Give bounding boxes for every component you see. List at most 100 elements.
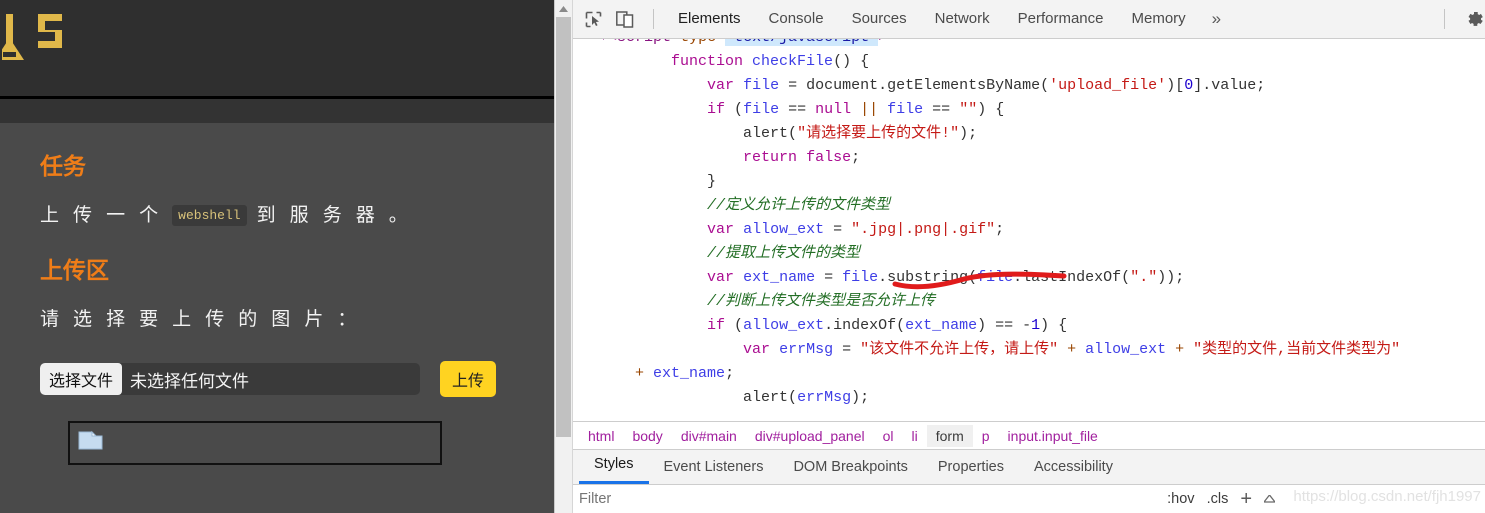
- breadcrumb-item-div-upload-panel[interactable]: div#upload_panel: [746, 425, 874, 447]
- devtools-tab-network[interactable]: Network: [921, 0, 1004, 38]
- cls-toggle-button[interactable]: .cls: [1207, 491, 1229, 507]
- breadcrumb-item-ol[interactable]: ol: [874, 425, 903, 447]
- sidebar-tab-accessibility[interactable]: Accessibility: [1019, 451, 1128, 484]
- code-token: type: [671, 39, 716, 46]
- caret-up-icon[interactable]: [1262, 491, 1277, 507]
- choose-file-button[interactable]: 选择文件: [40, 363, 123, 395]
- code-token: allow_ext: [743, 317, 825, 334]
- code-token: //判断上传文件类型是否允许上传: [707, 293, 936, 310]
- breadcrumb-item-p[interactable]: p: [973, 425, 999, 447]
- site-subbar: [0, 99, 554, 123]
- code-token: if: [707, 317, 726, 334]
- devtools-tab-sources[interactable]: Sources: [838, 0, 921, 38]
- code-token: file: [842, 269, 879, 286]
- breadcrumb-item-div-main[interactable]: div#main: [672, 425, 746, 447]
- code-token: 'upload_file': [1049, 77, 1167, 94]
- code-token: ".": [1130, 269, 1158, 286]
- upload-prompt: 请 选 择 要 上 传 的 图 片 ：: [40, 308, 361, 330]
- gear-icon[interactable]: [1455, 0, 1485, 38]
- dom-breadcrumb[interactable]: html body div#main div#upload_panel ol l…: [555, 421, 1485, 450]
- breadcrumb-item-form[interactable]: form: [926, 424, 973, 447]
- code-token: ;: [995, 221, 1005, 238]
- toolbar-right-group: [1434, 0, 1485, 38]
- sidebar-tab-dom-breakpoints[interactable]: DOM Breakpoints: [778, 451, 922, 484]
- code-token: .lastIndexOf(: [1013, 269, 1131, 286]
- code-token: +: [1058, 341, 1086, 358]
- breadcrumb-item-input[interactable]: input.input_file: [999, 425, 1107, 447]
- page-content: 任务 上 传 一 个 webshell 到 服 务 器 。 上传区 请 选 择 …: [0, 123, 554, 465]
- code-token: file: [887, 101, 924, 118]
- file-input-control[interactable]: 选择文件 未选择任何文件: [40, 363, 420, 395]
- upload-submit-button[interactable]: 上传: [440, 361, 497, 397]
- code-token: ||: [860, 101, 879, 118]
- code-token: ▾<: [599, 39, 617, 46]
- new-style-rule-button[interactable]: +: [1240, 489, 1252, 509]
- devtools-tab-performance[interactable]: Performance: [1004, 0, 1118, 38]
- code-token: file: [977, 269, 1014, 286]
- code-token: >: [878, 39, 887, 46]
- scrollbar-thumb[interactable]: [556, 17, 571, 437]
- code-token: () {: [833, 53, 870, 70]
- broken-image-icon: [78, 430, 103, 450]
- styles-sidebar-tabs: Styles Event Listeners DOM Breakpoints P…: [555, 450, 1485, 485]
- task-text-before: 上 传 一 个: [40, 204, 163, 226]
- styles-filter-input[interactable]: [579, 491, 1059, 507]
- code-token: var: [743, 341, 771, 358]
- breadcrumb-item-li[interactable]: li: [903, 425, 927, 447]
- code-token: 0: [1184, 77, 1194, 94]
- code-token: +: [1166, 341, 1194, 358]
- site-header: [0, 0, 554, 99]
- inspect-cursor-icon[interactable]: [579, 6, 607, 32]
- device-toolbar-icon[interactable]: [611, 6, 639, 32]
- code-token: if: [707, 101, 726, 118]
- code-token: var: [707, 221, 735, 238]
- scrollbar-up-arrow-icon[interactable]: [555, 0, 572, 17]
- code-token: ;: [851, 149, 861, 166]
- devtools-tab-elements[interactable]: Elements: [664, 0, 755, 38]
- broken-image-placeholder: [68, 421, 442, 465]
- site-logo-icon: [2, 14, 62, 60]
- task-code-chip: webshell: [172, 205, 247, 226]
- code-token: file: [743, 101, 780, 118]
- toolbar-divider-right: [1444, 9, 1445, 29]
- breadcrumb-item-html[interactable]: html: [579, 425, 623, 447]
- code-token: =: [833, 341, 861, 358]
- sidebar-tab-event-listeners[interactable]: Event Listeners: [649, 451, 779, 484]
- task-heading: 任务: [40, 154, 86, 180]
- elements-dom-tree[interactable]: ▾<script type="text/javascript"> functio…: [555, 39, 1485, 421]
- code-token: 1: [1031, 317, 1041, 334]
- code-token: errMsg: [779, 341, 834, 358]
- devtools-tab-console[interactable]: Console: [755, 0, 838, 38]
- sidebar-tab-styles[interactable]: Styles: [579, 450, 649, 484]
- code-token: var: [707, 269, 735, 286]
- more-tabs-chevron-icon[interactable]: »: [1200, 9, 1233, 29]
- devtools-toolbar: Elements Console Sources Network Perform…: [555, 0, 1485, 39]
- code-token: );: [851, 389, 870, 406]
- devtools-tab-memory[interactable]: Memory: [1118, 0, 1200, 38]
- code-token: ) == -: [977, 317, 1032, 334]
- hov-toggle-button[interactable]: :hov: [1167, 491, 1194, 507]
- page-vertical-scrollbar[interactable]: [555, 0, 573, 513]
- sidebar-tab-properties[interactable]: Properties: [923, 451, 1019, 484]
- screenshot-root: 任务 上 传 一 个 webshell 到 服 务 器 。 上传区 请 选 择 …: [0, 0, 1485, 513]
- code-token: //定义允许上传的文件类型: [707, 197, 891, 214]
- devtools-panel: Elements Console Sources Network Perform…: [554, 0, 1485, 513]
- code-token: ) {: [1040, 317, 1068, 334]
- code-token: checkFile: [752, 53, 834, 70]
- watermark-text: https://blog.csdn.net/fjh1997: [1293, 488, 1481, 505]
- code-token: errMsg: [797, 389, 852, 406]
- breadcrumb-item-body[interactable]: body: [623, 425, 671, 447]
- dom-source-code[interactable]: ▾<script type="text/javascript"> functio…: [599, 39, 1485, 410]
- code-token: (: [788, 125, 798, 142]
- code-token: );: [959, 125, 978, 142]
